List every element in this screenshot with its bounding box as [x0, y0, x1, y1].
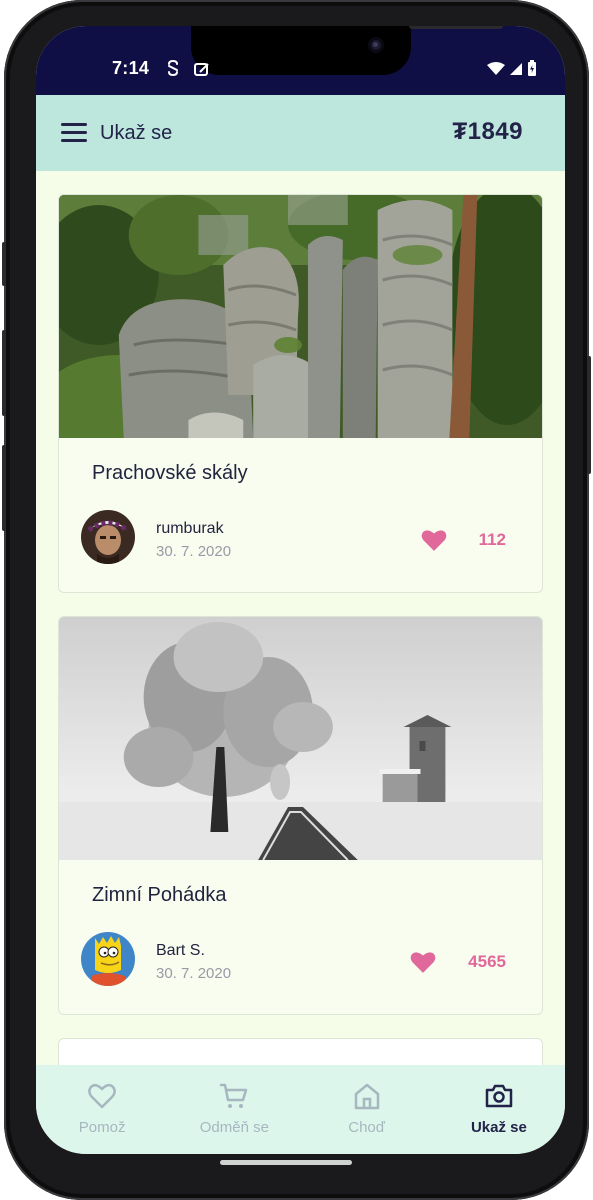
status-right-icons — [487, 60, 537, 76]
camera-icon — [485, 1084, 513, 1108]
power-button — [587, 356, 591, 474]
wifi-icon — [487, 62, 505, 75]
nav-label: Ukaž se — [470, 1119, 527, 1136]
screenshot-icon — [194, 63, 209, 76]
post-date: 30. 7. 2020 — [156, 965, 232, 982]
notch — [191, 26, 503, 75]
volume-up-button — [2, 242, 6, 286]
nav-item-pomoz[interactable]: Pomož — [36, 1065, 168, 1154]
sync-icon — [168, 60, 178, 76]
front-camera — [368, 37, 384, 53]
cartoon-character-avatar[interactable] — [81, 932, 135, 986]
page-title: Ukaž se — [100, 122, 173, 144]
home-icon — [354, 1083, 379, 1110]
snowy-tree-and-tower-photo[interactable] — [59, 617, 542, 860]
hamburger-icon[interactable] — [61, 123, 87, 143]
nav-label: Choď — [348, 1119, 385, 1136]
heart-outline-icon — [88, 1083, 116, 1109]
post-card[interactable]: Prachovské skály rumburak 30. 7. 2020 11… — [58, 194, 543, 593]
battery-icon — [528, 60, 536, 76]
screen: 7:14 Ukaž se ₮1849 Prachovské skály rumb… — [36, 26, 565, 1154]
volume-down-button — [2, 330, 6, 416]
app-bar: Ukaž se ₮1849 — [36, 95, 565, 171]
post-author[interactable]: Bart S. — [156, 942, 205, 960]
post-card[interactable]: Zimní Pohádka Bart S. 30. 7. 2020 4565 — [58, 616, 543, 1015]
like-heart-icon[interactable] — [410, 950, 436, 974]
feed: Prachovské skály rumburak 30. 7. 2020 11… — [36, 171, 565, 1065]
post-title: Zimní Pohádka — [92, 884, 227, 906]
cart-icon — [220, 1083, 248, 1108]
post-date: 30. 7. 2020 — [156, 543, 232, 560]
like-heart-icon[interactable] — [421, 528, 447, 552]
signal-icon — [510, 63, 522, 75]
nav-label: Odměň se — [199, 1119, 269, 1136]
post-card[interactable] — [58, 1038, 543, 1065]
rock-towers-forest-photo[interactable] — [59, 195, 542, 438]
nav-label: Pomož — [78, 1119, 126, 1136]
home-indicator[interactable] — [220, 1160, 352, 1165]
volume-down-2-button — [2, 445, 6, 531]
balance-display: ₮1849 — [452, 118, 523, 145]
like-count: 112 — [478, 530, 506, 549]
like-count: 4565 — [468, 952, 506, 971]
phone-frame: 7:14 Ukaž se ₮1849 Prachovské skály rumb… — [2, 0, 591, 1200]
person-with-checkered-hat-avatar[interactable] — [81, 510, 135, 564]
status-bar: 7:14 — [36, 26, 565, 95]
speaker — [409, 26, 503, 29]
status-time: 7:14 — [112, 58, 150, 78]
post-title: Prachovské skály — [92, 462, 248, 484]
nav-item-chod[interactable]: Choď — [301, 1065, 433, 1154]
post-author[interactable]: rumburak — [156, 520, 224, 538]
nav-item-odmen-se[interactable]: Odměň se — [168, 1065, 300, 1154]
bottom-navigation: Pomož Odměň se Choď Ukaž se — [36, 1065, 565, 1154]
nav-item-ukaz-se[interactable]: Ukaž se — [433, 1065, 565, 1154]
